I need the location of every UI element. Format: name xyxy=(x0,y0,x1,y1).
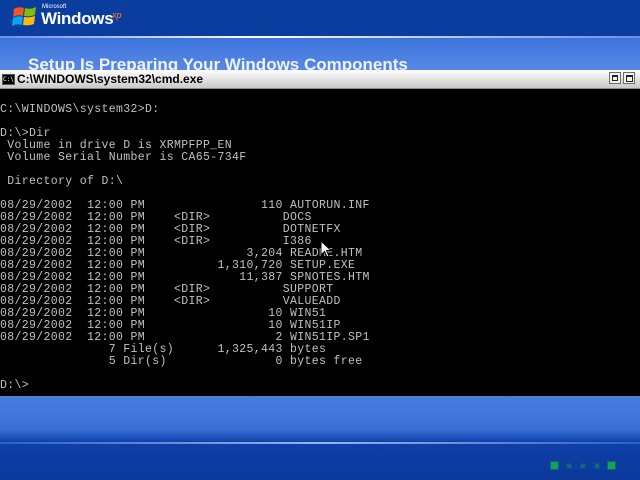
bottom-divider xyxy=(0,442,640,444)
progress-dot xyxy=(607,461,616,470)
maximize-icon xyxy=(626,75,633,82)
console-line: 5 Dir(s) 0 bytes free xyxy=(0,355,363,368)
progress-dot xyxy=(550,461,559,470)
progress-dot xyxy=(580,463,586,469)
cmd-titlebar[interactable]: C:\ C:\WINDOWS\system32\cmd.exe xyxy=(0,70,640,89)
progress-dot xyxy=(566,463,572,469)
console-line: Directory of D:\ xyxy=(0,175,124,188)
mouse-pointer-icon xyxy=(320,240,332,258)
progress-dot xyxy=(594,463,600,469)
minimize-icon xyxy=(612,75,618,81)
windows-xp-logo: Microsoft Windows xp xyxy=(12,2,142,32)
console-icon[interactable]: C:\ xyxy=(2,74,15,85)
logo-product: Windows xyxy=(41,9,114,28)
minimize-button[interactable] xyxy=(609,72,621,84)
logo-edition: xp xyxy=(112,10,122,20)
console-line: Volume Serial Number is CA65-734F xyxy=(0,151,247,164)
windows-flag-icon xyxy=(12,7,36,26)
cmd-window[interactable]: C:\ C:\WINDOWS\system32\cmd.exe C:\WINDO… xyxy=(0,70,640,396)
window-title: C:\WINDOWS\system32\cmd.exe xyxy=(17,72,204,86)
console-line: C:\WINDOWS\system32>D: xyxy=(0,103,160,116)
console-line: D:\> xyxy=(0,379,30,392)
bottom-banner xyxy=(0,396,640,480)
maximize-button[interactable] xyxy=(623,72,635,84)
progress-indicator xyxy=(550,460,616,470)
